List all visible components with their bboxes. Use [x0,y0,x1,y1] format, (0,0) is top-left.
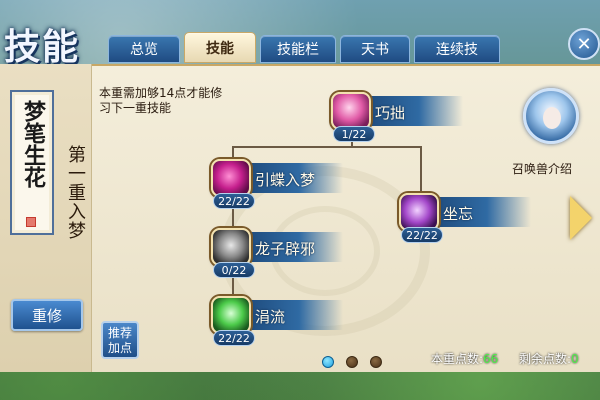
page-dot-3[interactable] [370,356,382,368]
summon-face [543,107,561,129]
skill-level: 22/22 [213,330,255,346]
reset-button[interactable]: 重修 [11,299,83,331]
recommend-points-button[interactable]: 推荐加点 [101,321,139,359]
skill-name: 巧拙 [375,104,406,122]
requirement-text: 本重需加够14点才能修习下一重技能 [99,86,223,115]
dragon-icon [211,228,251,266]
pink-lotus-icon [331,92,371,130]
skill-name: 坐忘 [443,205,474,223]
tab-skills[interactable]: 技能 [184,32,256,63]
current-layer-points-label: 本重点数: [431,352,484,366]
tab-combo[interactable]: 连续技 [414,35,500,63]
skill-name: 龙子辟邪 [255,240,316,258]
close-icon: ✕ [576,33,592,55]
connector-line [232,146,422,148]
remaining-points-label: 剩余点数: [519,352,572,366]
page-dot-1[interactable] [322,356,334,368]
butterfly-icon [211,159,251,197]
window-title: 技能 [4,26,81,68]
crystal-meditation-icon [399,193,439,231]
red-seal-icon [26,217,36,227]
school-calligraphy: 梦笔生花 [20,100,46,188]
skill-level: 22/22 [213,193,255,209]
remaining-points-value: 0 [571,352,579,366]
skill-name: 涓流 [255,308,286,326]
water-stream-icon [211,296,251,334]
current-layer-points-value: 66 [483,352,499,366]
tab-bar: 总览 技能 技能栏 天书 连续技 [108,32,500,63]
connector-line [420,146,422,192]
close-button[interactable]: ✕ [568,28,600,60]
skill-level: 22/22 [401,227,443,243]
tab-overview[interactable]: 总览 [108,35,180,63]
summon-portrait-icon[interactable] [523,88,579,144]
remaining-points: 剩余点数:0 [519,350,579,367]
tab-skillbar[interactable]: 技能栏 [260,35,336,63]
summon-label: 召唤兽介绍 [512,162,573,176]
layer-name: 第一重入梦 [65,145,86,240]
tab-heavenly-book[interactable]: 天书 [340,35,410,63]
skill-name: 引蝶入梦 [255,171,316,189]
skill-level: 1/22 [333,126,375,142]
page-dot-2[interactable] [346,356,358,368]
next-page-arrow-icon[interactable] [570,196,592,240]
school-scroll: 梦笔生花 [10,90,54,235]
current-layer-points: 本重点数:66 [431,350,498,367]
skill-level: 0/22 [213,262,255,278]
